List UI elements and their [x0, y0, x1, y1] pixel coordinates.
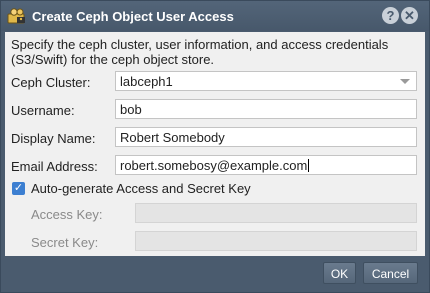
- username-value: bob: [120, 102, 142, 117]
- auto-generate-label[interactable]: Auto-generate Access and Secret Key: [31, 181, 251, 196]
- username-label: Username:: [11, 103, 75, 118]
- display-name-value: Robert Somebody: [120, 130, 225, 145]
- ceph-cluster-label: Ceph Cluster:: [11, 75, 91, 90]
- auto-generate-checkbox[interactable]: ✓: [12, 182, 25, 195]
- ceph-cluster-value: labceph1: [120, 74, 173, 89]
- help-button[interactable]: ?: [382, 7, 399, 24]
- help-icon: ?: [386, 8, 395, 23]
- dialog-body: Specify the ceph cluster, user informati…: [5, 32, 425, 256]
- email-input[interactable]: robert.somebosy@example.com: [115, 155, 417, 175]
- email-value: robert.somebosy@example.com: [120, 158, 308, 173]
- email-label: Email Address:: [11, 159, 98, 174]
- ceph-cluster-select[interactable]: labceph1: [115, 71, 417, 91]
- username-input[interactable]: bob: [115, 99, 417, 119]
- close-icon: ✕: [404, 8, 415, 23]
- dialog-title: Create Ceph Object User Access: [32, 9, 234, 24]
- secret-key-label: Secret Key:: [31, 235, 99, 250]
- access-key-label: Access Key:: [31, 207, 103, 222]
- checkmark-icon: ✓: [13, 182, 24, 194]
- dialog-description: Specify the ceph cluster, user informati…: [11, 37, 389, 67]
- access-key-input: [135, 203, 417, 223]
- create-user-access-dialog: Create Ceph Object User Access ? ✕ Speci…: [0, 0, 430, 293]
- ok-button[interactable]: OK: [323, 262, 356, 284]
- display-name-input[interactable]: Robert Somebody: [115, 127, 417, 147]
- dialog-footer: OK Cancel: [1, 257, 429, 292]
- cancel-button[interactable]: Cancel: [363, 262, 418, 284]
- text-cursor: [308, 159, 310, 172]
- chevron-down-icon[interactable]: [400, 79, 410, 84]
- secret-key-input: [135, 231, 417, 251]
- close-button[interactable]: ✕: [401, 7, 418, 24]
- display-name-label: Display Name:: [11, 131, 96, 146]
- users-key-icon: [7, 8, 25, 24]
- dialog-titlebar[interactable]: Create Ceph Object User Access ? ✕: [1, 1, 429, 31]
